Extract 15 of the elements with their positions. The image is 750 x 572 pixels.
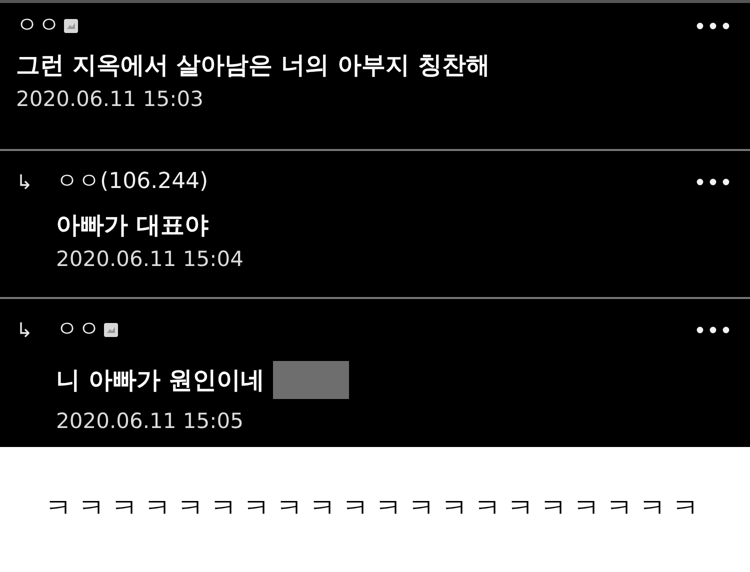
comment-text: 니 아빠가 원인이네 xyxy=(56,368,265,392)
author-name: ㅇㅇ xyxy=(16,15,60,37)
reply-arrow: ↳ xyxy=(16,317,34,344)
timestamp: 2020.06.11 15:04 xyxy=(56,246,244,271)
comment-text: 그런 지옥에서 살아남은 너의 아부지 칭찬해 xyxy=(16,53,490,77)
author-name: ㅇㅇ xyxy=(56,319,100,341)
more-options-icon[interactable] xyxy=(696,178,730,186)
author-name: ㅇㅇ(106.244) xyxy=(56,170,208,193)
comment-text: 아빠가 대표야 xyxy=(56,212,208,237)
more-options-icon[interactable] xyxy=(696,326,730,334)
timestamp: 2020.06.11 15:05 xyxy=(56,409,244,433)
timestamp: 2020.06.11 15:03 xyxy=(16,87,204,111)
reply-arrow: ↳ xyxy=(16,168,34,196)
caption-text: ㅋㅋㅋㅋㅋㅋㅋㅋㅋㅋㅋㅋㅋㅋㅋㅋㅋㅋㅋㅋ xyxy=(45,492,705,526)
more-options-icon[interactable] xyxy=(696,22,730,30)
